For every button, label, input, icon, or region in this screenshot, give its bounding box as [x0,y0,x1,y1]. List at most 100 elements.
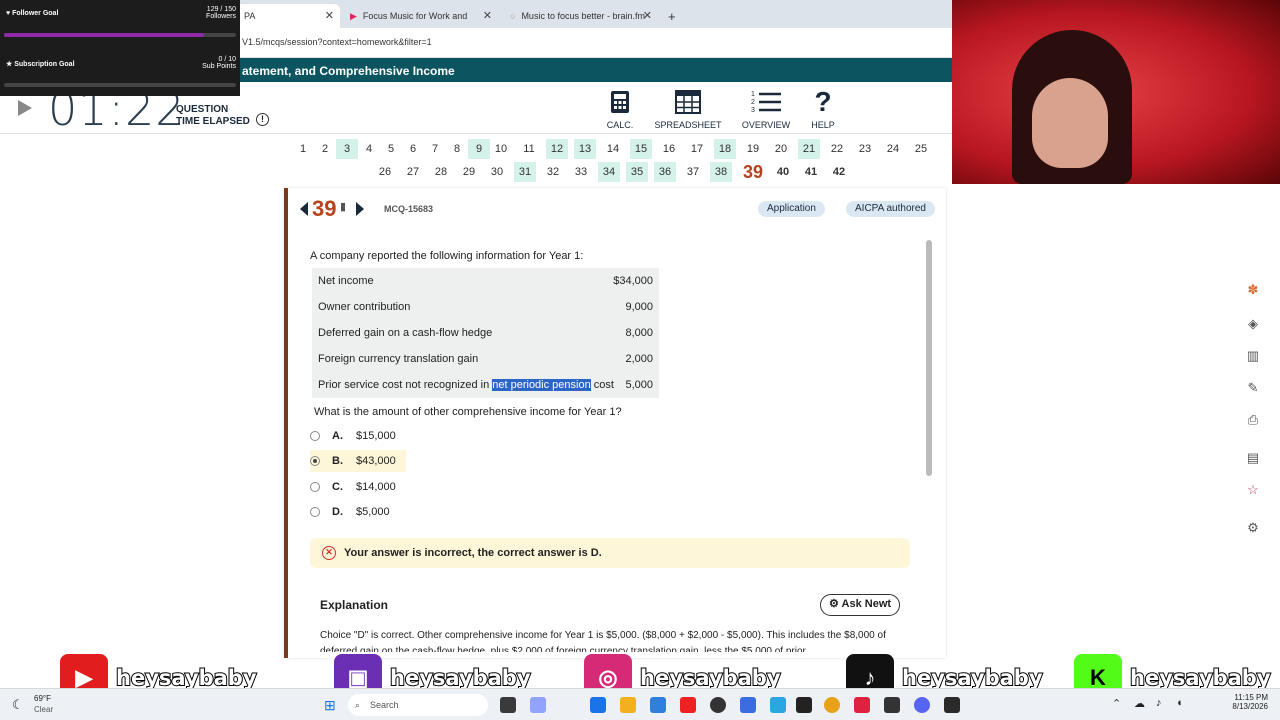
question-nav-item[interactable]: 27 [402,162,424,182]
app-icon[interactable] [530,697,546,713]
question-nav-item[interactable]: 16 [658,139,680,159]
scrollbar[interactable] [926,240,932,476]
question-nav-item[interactable]: 5 [380,139,402,159]
question-nav-item[interactable]: 41 [800,162,822,182]
next-question-icon[interactable] [356,202,364,216]
question-nav-item[interactable]: 29 [458,162,480,182]
edit-icon[interactable]: ✎ [1244,380,1262,398]
app-icon[interactable] [944,697,960,713]
question-nav-item[interactable]: 18 [714,139,736,159]
question-nav-item[interactable]: 24 [882,139,904,159]
follower-goal: ♥ Follower Goal [6,10,59,17]
chrome-icon[interactable] [824,697,840,713]
question-nav-item[interactable]: 21 [798,139,820,159]
close-icon[interactable]: ✕ [643,9,652,22]
app-icon[interactable] [854,697,870,713]
new-tab-button[interactable]: + [660,4,684,28]
question-nav-item[interactable]: 4 [358,139,380,159]
question-nav-item[interactable]: 31 [514,162,536,182]
browser-tab-focus-music[interactable]: ▶ Focus Music for Work and ✕ [342,4,498,28]
question-nav-item[interactable]: 33 [570,162,592,182]
settings-icon[interactable]: ⚙ [1244,520,1262,538]
close-icon[interactable]: ✕ [483,9,492,22]
question-nav-item[interactable]: 42 [828,162,850,182]
question-nav-item[interactable]: 28 [430,162,452,182]
bookmark-icon[interactable]: ▮ [340,200,346,213]
question-nav-item[interactable]: 13 [574,139,596,159]
question-nav-item[interactable]: 38 [710,162,732,182]
stream-goals-overlay: ♥ Follower Goal 129 / 150 Followers ★ Sub… [0,0,240,96]
obs-icon[interactable] [710,697,726,713]
option-b[interactable]: B. $43,000 [310,450,406,472]
bar-chart-icon[interactable]: ▥ [1244,348,1262,366]
radio-button[interactable] [310,507,320,517]
taskview-icon[interactable] [500,697,516,713]
star-icon[interactable]: ☆ [1244,482,1262,500]
ask-newt-button[interactable]: ⚙ Ask Newt [820,594,901,616]
graduation-cap-icon[interactable]: ◈ [1244,316,1262,334]
question-nav-item[interactable]: 34 [598,162,620,182]
question-nav-item[interactable]: 32 [542,162,564,182]
book-icon[interactable]: ▤ [1244,450,1262,468]
discord-icon[interactable] [914,697,930,713]
question-nav-item[interactable]: 2 [314,139,336,159]
prev-question-icon[interactable] [300,202,308,216]
close-icon[interactable]: ✕ [325,9,334,22]
folder-icon[interactable] [620,697,636,713]
question-nav-item[interactable]: 36 [654,162,676,182]
question-nav-item[interactable]: 25 [910,139,932,159]
network-icon[interactable]: ☁ [1134,697,1145,710]
question-nav-item[interactable]: 22 [826,139,848,159]
taskbar-search[interactable]: ⌕ Search [348,694,488,716]
question-nav-item[interactable]: 15 [630,139,652,159]
app-icon[interactable] [770,697,786,713]
question-nav-item[interactable]: 1 [292,139,314,159]
browser-tab-active[interactable]: PA ✕ [236,4,340,28]
question-nav-item[interactable]: 19 [742,139,764,159]
option-c[interactable]: C. $14,000 [310,476,406,498]
question-nav-item[interactable]: 17 [686,139,708,159]
question-nav-item[interactable]: 10 [490,139,512,159]
question-nav-item[interactable]: 11 [518,139,540,159]
windows-start-icon[interactable]: ⊞ [324,697,336,714]
question-nav-item[interactable]: 39 [738,162,768,182]
question-nav-item[interactable]: 8 [446,139,468,159]
print-icon[interactable]: ⎙ [1244,412,1262,430]
question-nav-item[interactable]: 26 [374,162,396,182]
question-nav-item[interactable]: 12 [546,139,568,159]
play-icon[interactable] [18,100,32,116]
question-nav-item[interactable]: 14 [602,139,624,159]
question-nav-item[interactable]: 6 [402,139,424,159]
clock[interactable]: 11:15 PM 8/13/2026 [1224,693,1268,711]
mail-icon[interactable] [650,697,666,713]
browser-tab-brainfm[interactable]: ○ Music to focus better - brain.fm ✕ [502,4,658,28]
app-icon[interactable] [884,697,900,713]
info-icon[interactable]: ! [256,113,269,126]
palette-icon[interactable]: ✽ [1244,282,1262,300]
question-nav-item[interactable]: 40 [772,162,794,182]
question-nav-item[interactable]: 20 [770,139,792,159]
volume-icon[interactable]: ◖ [1176,697,1183,709]
calc-button[interactable]: CALC. [604,88,636,130]
question-nav-item[interactable]: 35 [626,162,648,182]
question-nav-item[interactable]: 30 [486,162,508,182]
question-nav-item[interactable]: 3 [336,139,358,159]
question-nav-item[interactable]: 23 [854,139,876,159]
overview-button[interactable]: 123 OVERVIEW [740,88,792,130]
question-nav-item[interactable]: 9 [468,139,490,159]
radio-button[interactable] [310,482,320,492]
spreadsheet-button[interactable]: SPREADSHEET [654,88,722,130]
app-icon[interactable] [740,697,756,713]
help-button[interactable]: ? HELP [808,86,838,130]
epic-icon[interactable] [796,697,812,713]
edge-icon[interactable] [590,697,606,713]
mic-icon[interactable]: ♪ [1156,697,1162,709]
option-a[interactable]: A. $15,000 [310,425,406,447]
radio-button[interactable] [310,456,320,466]
question-nav-item[interactable]: 7 [424,139,446,159]
youtube-app-icon[interactable] [680,697,696,713]
radio-button[interactable] [310,431,320,441]
tray-chevron-icon[interactable]: ⌃ [1112,697,1121,710]
option-d[interactable]: D. $5,000 [310,501,400,523]
question-nav-item[interactable]: 37 [682,162,704,182]
